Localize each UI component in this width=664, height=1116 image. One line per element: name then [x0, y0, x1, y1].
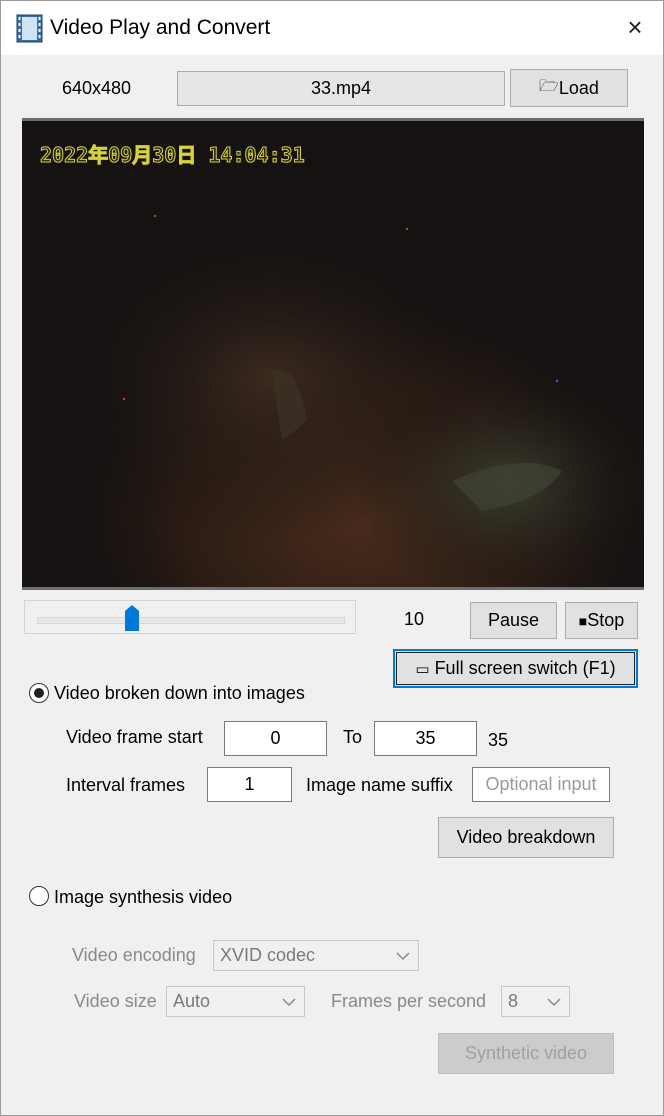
to-label: To [343, 727, 363, 747]
size-value: Auto [173, 991, 211, 1011]
fps-value: 8 [508, 991, 519, 1011]
window-title: Video Play and Convert [50, 16, 271, 39]
video-breakdown-button-label: Video breakdown [456, 827, 596, 847]
resolution-label: 640x480 [62, 78, 132, 98]
breakdown-radio-label[interactable]: Video broken down into images [54, 681, 305, 705]
folder-icon: 🗁 [539, 77, 559, 95]
fullscreen-button-label: Full screen switch (F1) [434, 658, 616, 678]
load-button[interactable]: 🗁 Load [510, 69, 628, 107]
pause-button[interactable]: Pause [470, 602, 557, 639]
fps-select[interactable]: 8 [501, 986, 570, 1017]
size-select[interactable]: Auto [166, 986, 305, 1017]
video-timestamp: 2022年09月30日 14:04:31 [40, 143, 306, 168]
encoding-select[interactable]: XVID codec [213, 940, 419, 971]
filename-text: 33.mp4 [310, 78, 372, 98]
interval-label: Interval frames [66, 775, 186, 795]
stop-button-label: Stop [587, 610, 625, 630]
suffix-input[interactable]: Optional input [472, 767, 610, 802]
interval-value: 1 [244, 774, 255, 794]
frame-start-value: 0 [270, 728, 281, 748]
load-button-label: Load [558, 77, 599, 98]
frame-start-input[interactable]: 0 [224, 721, 327, 756]
suffix-label: Image name suffix [306, 775, 453, 795]
frame-counter: 10 [404, 609, 425, 629]
breakdown-radio[interactable] [29, 683, 49, 703]
video-frame [22, 121, 644, 587]
synthesis-radio-label[interactable]: Image synthesis video [54, 885, 232, 909]
chevron-down-icon [282, 997, 296, 1006]
pause-button-label: Pause [487, 610, 540, 630]
fullscreen-button[interactable]: ▭ Full screen switch (F1) [393, 649, 638, 688]
stop-icon: ■ [578, 612, 588, 629]
radio-selected-dot [34, 688, 44, 698]
video-breakdown-button[interactable]: Video breakdown [438, 817, 614, 858]
frame-total-label: 35 [488, 730, 509, 750]
frame-start-label: Video frame start [66, 727, 203, 747]
chevron-down-icon [547, 997, 561, 1006]
film-strip-icon [16, 14, 43, 43]
video-player[interactable]: 2022年09月30日 14:04:31 [22, 118, 644, 590]
filename-display: 33.mp4 [177, 71, 505, 106]
slider-track [37, 617, 345, 624]
chevron-down-icon [396, 951, 410, 960]
encoding-value: XVID codec [220, 945, 316, 965]
synthetic-video-button[interactable]: Synthetic video [438, 1033, 614, 1074]
suffix-placeholder: Optional input [485, 774, 597, 794]
encoding-label: Video encoding [72, 945, 196, 965]
seek-slider[interactable] [24, 600, 356, 634]
frame-end-value: 35 [415, 728, 436, 748]
slider-thumb[interactable] [124, 605, 139, 631]
close-icon[interactable]: × [622, 14, 648, 40]
frame-end-input[interactable]: 35 [374, 721, 477, 756]
synthesis-radio[interactable] [29, 886, 49, 906]
size-label: Video size [74, 991, 157, 1011]
stop-button[interactable]: ■ Stop [565, 602, 638, 639]
interval-input[interactable]: 1 [207, 767, 292, 802]
synthetic-video-button-label: Synthetic video [464, 1043, 588, 1063]
fps-label: Frames per second [331, 991, 487, 1011]
fullscreen-icon: ▭ [415, 660, 430, 678]
